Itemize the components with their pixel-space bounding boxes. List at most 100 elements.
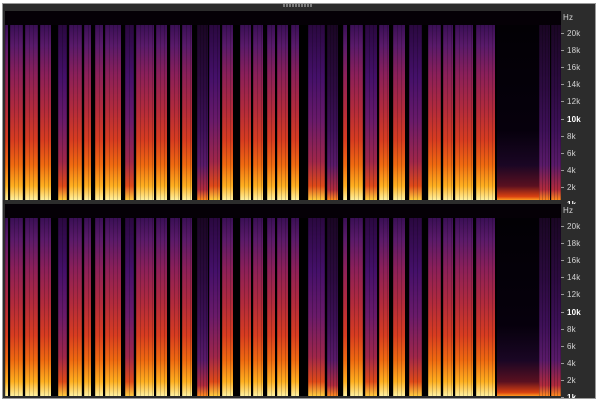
- channel-1-frequency-axis: Hz20k18k16k14k12k10k8k6k4k2k1k: [561, 11, 595, 209]
- spectrogram-top-band: [5, 204, 561, 218]
- channel-1-panel: Hz20k18k16k14k12k10k8k6k4k2k1k: [3, 11, 595, 209]
- spectrogram-segment: [476, 25, 495, 200]
- spectrogram-segment: [58, 25, 67, 200]
- spectrogram-segment: [497, 25, 539, 200]
- spectrogram-segment: [209, 25, 220, 200]
- frequency-tick-label: 6k: [567, 341, 576, 351]
- spectrogram-segment: [539, 25, 550, 200]
- spectrogram-segment: [197, 218, 208, 396]
- frequency-tick-mark: [561, 379, 564, 381]
- spectrogram-segment: [277, 25, 288, 200]
- frequency-tick-mark: [561, 186, 564, 188]
- spectrogram-segment: [308, 218, 325, 396]
- spectrogram-segment: [156, 218, 167, 396]
- spectrogram-segment: [443, 25, 453, 200]
- spectrogram-segment: [455, 218, 473, 396]
- spectrogram-segment: [84, 218, 91, 396]
- spectrogram-segment: [497, 218, 539, 396]
- channel-1-spectrogram[interactable]: [5, 11, 561, 200]
- frequency-tick-label: 18k: [567, 46, 581, 56]
- spectrogram-segment: [551, 25, 561, 200]
- spectrogram-segment: [267, 25, 275, 200]
- spectrogram-segment: [428, 25, 441, 200]
- frequency-tick-label: 2k: [567, 375, 576, 385]
- spectrogram-segment: [95, 25, 103, 200]
- frequency-tick-label: 14k: [567, 80, 581, 90]
- frequency-tick-label: 6k: [567, 148, 576, 158]
- spectrogram-segment: [222, 218, 233, 396]
- spectrogram-segment: [105, 218, 121, 396]
- spectrogram-segment: [5, 25, 8, 200]
- spectrogram-segment: [125, 218, 134, 396]
- spectrogram-segment: [308, 25, 325, 200]
- frequency-tick-label: 16k: [567, 63, 581, 73]
- spectrogram-segment: [156, 25, 167, 200]
- frequency-tick-mark: [561, 243, 564, 245]
- axis-unit-label: Hz: [563, 13, 574, 22]
- spectrogram-segment: [240, 25, 251, 200]
- spectrogram-segment: [409, 25, 422, 200]
- spectrogram-segment: [343, 25, 347, 200]
- frequency-tick-label: 20k: [567, 29, 581, 38]
- frequency-tick-label: 4k: [567, 358, 576, 368]
- spectrogram-segment: [379, 218, 389, 396]
- spectrogram-segment: [222, 25, 233, 200]
- frequency-tick-mark: [561, 328, 564, 330]
- spectrogram-segment: [327, 218, 338, 396]
- spectrogram-segment: [365, 25, 377, 200]
- frequency-tick-mark: [561, 294, 564, 296]
- channel-2-panel: Hz 20k 18k 16k 14k 12k 10k 8k 6k 4k 2k 1k: [3, 204, 595, 399]
- spectrogram-segment: [291, 218, 299, 396]
- spectrogram-segment: [170, 218, 180, 396]
- spectrogram-segment: [277, 218, 288, 396]
- frequency-tick-label: 20k: [567, 222, 581, 231]
- frequency-tick-mark: [561, 260, 564, 262]
- channel-2-frequency-axis: Hz 20k 18k 16k 14k 12k 10k 8k 6k 4k 2k 1k: [561, 204, 595, 399]
- spectrogram-segment: [182, 25, 192, 200]
- resize-grip[interactable]: [283, 4, 313, 7]
- frequency-tick-mark: [561, 362, 564, 364]
- spectrogram-segment: [95, 218, 103, 396]
- frequency-tick-mark: [561, 345, 564, 347]
- frequency-tick-mark: [561, 118, 564, 120]
- frequency-tick-mark: [561, 277, 564, 279]
- frequency-tick-label: 12k: [567, 97, 581, 107]
- spectrogram-segment: [267, 218, 275, 396]
- frequency-tick-label: 8k: [567, 324, 576, 334]
- frequency-tick-mark: [561, 33, 564, 34]
- frequency-tick-mark: [561, 311, 564, 313]
- spectrogram-segment: [393, 25, 405, 200]
- spectrogram-segment: [409, 218, 422, 396]
- frequency-tick-mark: [561, 152, 564, 154]
- spectrogram-segment: [240, 218, 251, 396]
- frequency-tick-mark: [561, 397, 564, 398]
- frequency-tick-label: 2k: [567, 182, 576, 192]
- spectrogram-segment: [455, 25, 473, 200]
- frequency-tick-mark: [561, 67, 564, 69]
- frequency-tick-mark: [561, 169, 564, 171]
- spectrogram-segment: [10, 25, 23, 200]
- spectrogram-segment: [253, 25, 263, 200]
- spectrogram-segment: [428, 218, 441, 396]
- spectrogram-segment: [443, 218, 453, 396]
- frequency-tick-label: 14k: [567, 273, 581, 283]
- spectrogram-segment: [393, 218, 405, 396]
- frequency-tick-label: 8k: [567, 131, 576, 141]
- spectrogram-window: Hz 20k 18k 16k 14k 12k 10k 8k 6k 4k 2k 1k Hz 20k 18k 1…: [2, 3, 596, 399]
- spectrogram-segment: [25, 25, 38, 200]
- spectrogram-segment: [209, 218, 220, 396]
- frequency-tick-mark: [561, 226, 564, 227]
- spectrogram-segment: [5, 218, 8, 396]
- spectrogram-segment: [379, 25, 389, 200]
- spectrogram-segment: [125, 25, 134, 200]
- spectrogram-segment: [350, 25, 363, 200]
- spectrogram-segment: [343, 218, 347, 396]
- frequency-tick-label: 16k: [567, 256, 581, 266]
- spectrogram-segment: [291, 25, 299, 200]
- spectrogram-segment: [170, 25, 180, 200]
- spectrogram-segment: [365, 218, 377, 396]
- channel-2-spectrogram[interactable]: [5, 204, 561, 396]
- frequency-tick-label: 1k: [567, 393, 577, 399]
- spectrogram-segment: [136, 218, 154, 396]
- spectrogram-segment: [136, 25, 154, 200]
